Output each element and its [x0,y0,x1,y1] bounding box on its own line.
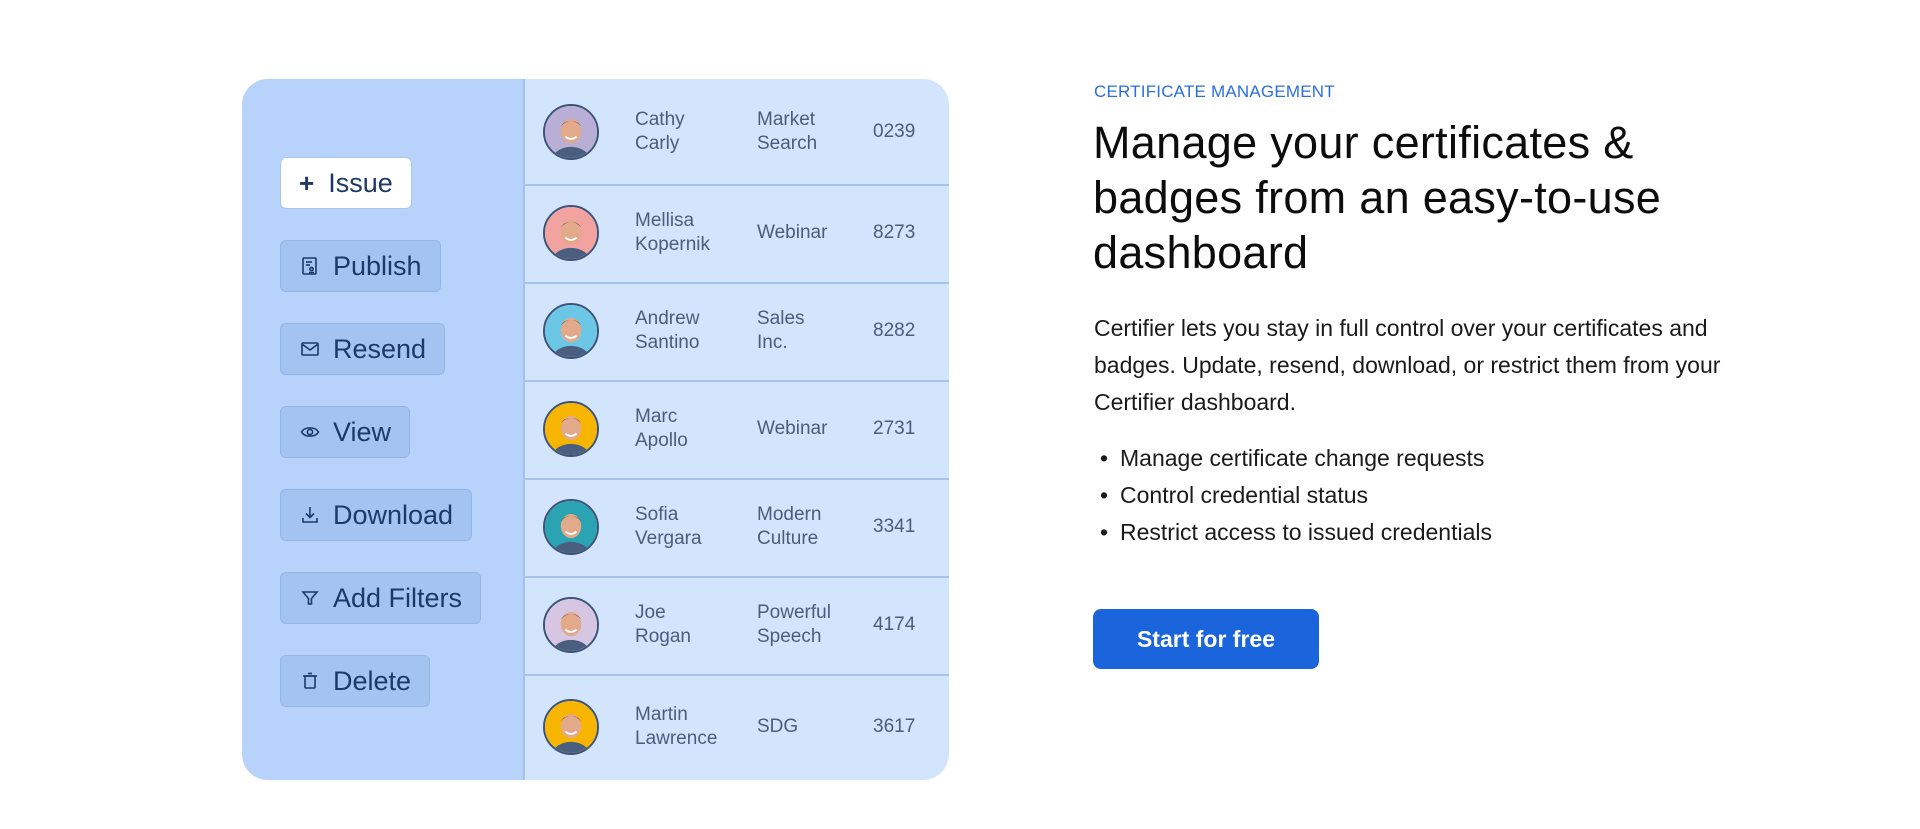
table-row[interactable]: Martin Lawrence SDG 3617 [525,674,949,780]
credential-id: 3617 [873,716,916,737]
avatar [543,205,599,261]
last-name: Rogan [635,626,691,647]
avatar [543,103,599,160]
recipient-list: Cathy Carly Market Search 0239 Mellisa Koperni… [525,79,949,780]
feature-item: Manage certificate change requests [1094,440,1492,477]
credential-id: 3341 [873,516,916,537]
event-name: Modern Culture [757,503,857,551]
plus-icon: + [299,167,315,198]
table-row[interactable]: Cathy Carly Market Search 0239 [525,79,949,186]
credential-id: 0239 [873,120,916,142]
event-name: SDG [757,715,857,739]
envelope-icon [299,338,321,360]
start-for-free-button[interactable]: Start for free [1093,609,1319,669]
first-name: Sofia [635,504,679,525]
event-line: Webinar [757,418,828,439]
recipient-name: Marc Apollo [635,405,745,453]
first-name: Marc [635,406,678,427]
event-line: Culture [757,528,819,549]
recipient-name: Mellisa Kopernik [635,209,745,257]
table-row[interactable]: Marc Apollo Webinar 2731 [525,380,949,480]
avatar [543,499,599,555]
credential-id: 2731 [873,418,916,439]
view-button[interactable]: View [280,406,411,458]
credential-id: 4174 [873,614,916,635]
first-name: Mellisa [635,210,695,231]
last-name: Santino [635,332,700,353]
page-headline: Manage your certificates & badges from a… [1093,117,1662,278]
avatar [543,699,599,755]
recipient-name: Joe Rogan [635,601,745,649]
feature-list: Manage certificate change requests Contr… [1094,440,1492,551]
description: Certifier lets you stay in full control … [1094,315,1721,415]
feature-item: Restrict access to issued credentials [1094,514,1492,551]
credential-id: 8282 [873,320,916,341]
event-line: Webinar [757,222,828,243]
recipient-name: Cathy Carly [635,108,745,156]
add-filters-button[interactable]: Add Filters [280,572,482,624]
event-line: Sales [757,308,805,329]
add-filters-label: Add Filters [333,582,463,613]
event-line: Search [757,132,818,154]
dashboard-preview-card: + Issue Publish Resend View Download Add… [242,79,949,780]
last-name: Apollo [635,430,688,451]
recipient-name: Martin Lawrence [635,703,745,751]
table-row[interactable]: Joe Rogan Powerful Speech 4174 [525,576,949,676]
publish-button[interactable]: Publish [280,240,441,292]
eye-icon [299,421,321,443]
last-name: Lawrence [635,728,718,749]
trash-icon [299,670,321,692]
actions-panel: + Issue Publish Resend View Download Add… [242,79,525,780]
event-name: Webinar [757,417,857,441]
event-name: Webinar [757,221,857,245]
event-line: Speech [757,626,822,647]
table-row[interactable]: Sofia Vergara Modern Culture 3341 [525,478,949,578]
event-line: SDG [757,716,799,737]
publish-label: Publish [333,250,422,281]
last-name: Kopernik [635,234,710,255]
first-name: Joe [635,602,666,623]
download-icon [299,504,321,526]
delete-button[interactable]: Delete [280,655,431,707]
event-line: Market [757,108,816,130]
table-row[interactable]: Mellisa Kopernik Webinar 8273 [525,184,949,284]
first-name: Cathy [635,108,685,130]
event-line: Modern [757,504,822,525]
download-label: Download [333,499,454,530]
filter-icon [299,587,321,609]
event-line: Powerful [757,602,831,623]
feature-item: Control credential status [1094,477,1492,514]
delete-label: Delete [333,665,412,696]
resend-button[interactable]: Resend [280,323,446,375]
section-eyebrow: CERTIFICATE MANAGEMENT [1094,82,1335,101]
event-name: Sales Inc. [757,307,857,355]
issue-label: Issue [328,167,393,198]
avatar [543,303,599,359]
issue-button[interactable]: + Issue [280,157,412,209]
avatar [543,597,599,653]
avatar [543,401,599,457]
recipient-name: Andrew Santino [635,307,745,355]
credential-id: 8273 [873,222,916,243]
recipient-name: Sofia Vergara [635,503,745,551]
view-label: View [333,416,392,447]
download-button[interactable]: Download [280,489,473,541]
publish-document-icon [299,255,321,277]
event-name: Market Search [757,108,857,156]
event-name: Powerful Speech [757,601,857,649]
table-row[interactable]: Andrew Santino Sales Inc. 8282 [525,282,949,382]
first-name: Andrew [635,308,700,329]
last-name: Vergara [635,528,702,549]
first-name: Martin [635,704,688,725]
last-name: Carly [635,132,680,154]
event-line: Inc. [757,332,788,353]
resend-label: Resend [333,333,427,364]
